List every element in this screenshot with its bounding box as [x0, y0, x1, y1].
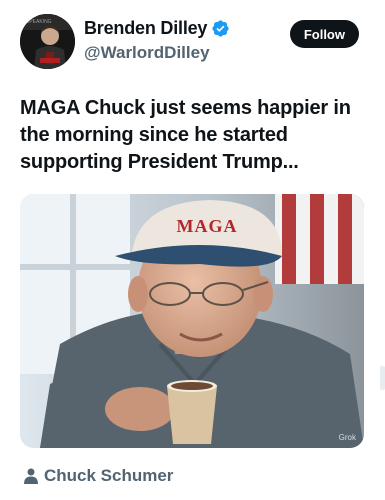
- avatar-image: SPEAKING: [20, 14, 75, 69]
- tweet-card: SPEAKING Brenden Dilley @WarlordDilley F…: [0, 0, 385, 500]
- name-row: Brenden Dilley: [84, 18, 230, 39]
- tweet-header: SPEAKING Brenden Dilley @WarlordDilley F…: [20, 14, 365, 70]
- tagged-person[interactable]: Chuck Schumer: [24, 466, 173, 486]
- media-illustration: MAGA: [20, 194, 364, 448]
- author-handle[interactable]: @WarlordDilley: [84, 43, 210, 63]
- cap-text: MAGA: [177, 216, 238, 236]
- avatar[interactable]: SPEAKING: [20, 14, 75, 69]
- scrollbar[interactable]: [380, 366, 385, 390]
- tweet-media-image[interactable]: MAGA Grok: [20, 194, 364, 448]
- svg-text:SPEAKING: SPEAKING: [26, 19, 52, 25]
- tweet-text: MAGA Chuck just seems happier in the mor…: [20, 97, 351, 173]
- image-watermark: Grok: [338, 433, 356, 442]
- tagged-person-label: Chuck Schumer: [44, 466, 174, 485]
- follow-button[interactable]: Follow: [289, 20, 359, 48]
- display-name[interactable]: Brenden Dilley: [84, 18, 207, 39]
- person-icon: [24, 468, 38, 484]
- verified-badge-icon: [211, 19, 230, 38]
